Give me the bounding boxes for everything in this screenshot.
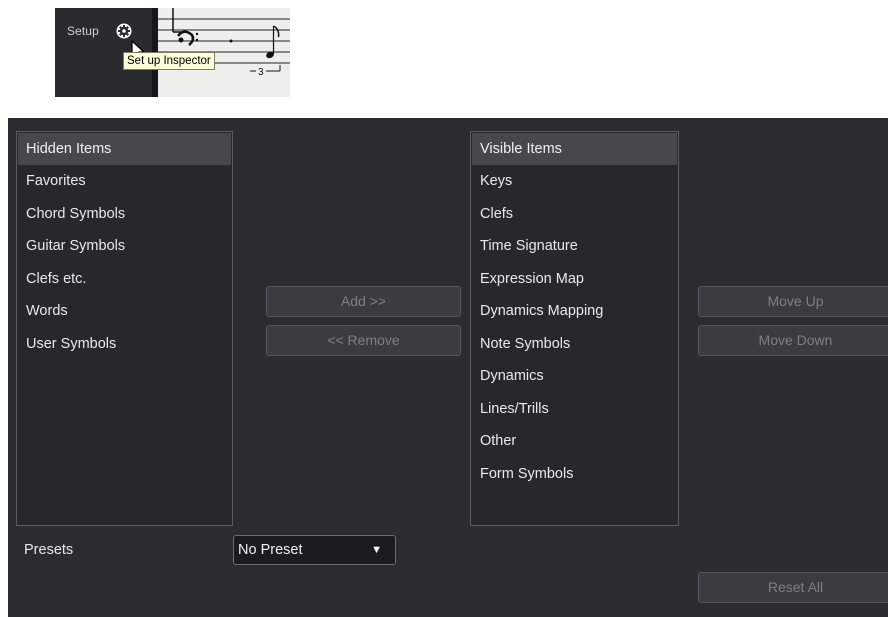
hidden-items: Favorites Chord Symbols Guitar Symbols Clef… (17, 165, 232, 360)
list-item[interactable]: Clefs etc. (17, 263, 232, 296)
list-item[interactable]: User Symbols (17, 328, 232, 361)
visible-items: Keys Clefs Time Signature Expression Map Dyn… (471, 165, 678, 490)
visible-items-list[interactable]: Visible Items Keys Clefs Time Signature Exp… (470, 131, 679, 526)
list-item[interactable]: Dynamics Mapping (471, 295, 678, 328)
list-item[interactable]: Favorites (17, 165, 232, 198)
list-item[interactable]: Form Symbols (471, 458, 678, 491)
list-item[interactable]: Guitar Symbols (17, 230, 232, 263)
move-down-button[interactable]: Move Down (698, 325, 888, 356)
list-item[interactable]: Clefs (471, 198, 678, 231)
tuplet-number: 3 (258, 67, 264, 78)
list-item[interactable]: Dynamics (471, 360, 678, 393)
list-item[interactable]: Expression Map (471, 263, 678, 296)
hidden-items-header: Hidden Items (18, 133, 231, 165)
eighth-note-icon (266, 25, 280, 59)
setup-inspector-tooltip: Set up Inspector (123, 52, 215, 70)
move-up-button[interactable]: Move Up (698, 286, 888, 317)
bass-clef-icon (177, 30, 199, 46)
visible-items-header: Visible Items (472, 133, 677, 165)
inspector-setup-dialog: Hidden Items Favorites Chord Symbols Guita… (8, 118, 888, 617)
presets-dropdown[interactable]: No Preset ▼ (233, 535, 396, 565)
list-item[interactable]: Time Signature (471, 230, 678, 263)
list-item[interactable]: Chord Symbols (17, 198, 232, 231)
setup-label: Setup (67, 24, 99, 38)
setup-inspector-snippet: Setup 3 Set up Inspector (55, 8, 290, 97)
presets-selected-value: No Preset (238, 542, 303, 558)
hidden-items-list[interactable]: Hidden Items Favorites Chord Symbols Guita… (16, 131, 233, 526)
list-item[interactable]: Lines/Trills (471, 393, 678, 426)
list-item[interactable]: Note Symbols (471, 328, 678, 361)
list-item[interactable]: Other (471, 425, 678, 458)
reset-all-button[interactable]: Reset All (698, 572, 888, 603)
presets-label: Presets (24, 542, 74, 558)
gear-icon[interactable] (116, 23, 132, 39)
list-item[interactable]: Keys (471, 165, 678, 198)
list-item[interactable]: Words (17, 295, 232, 328)
remove-button[interactable]: << Remove (266, 325, 461, 356)
add-button[interactable]: Add >> (266, 286, 461, 317)
caret-down-icon: ▼ (371, 544, 382, 556)
